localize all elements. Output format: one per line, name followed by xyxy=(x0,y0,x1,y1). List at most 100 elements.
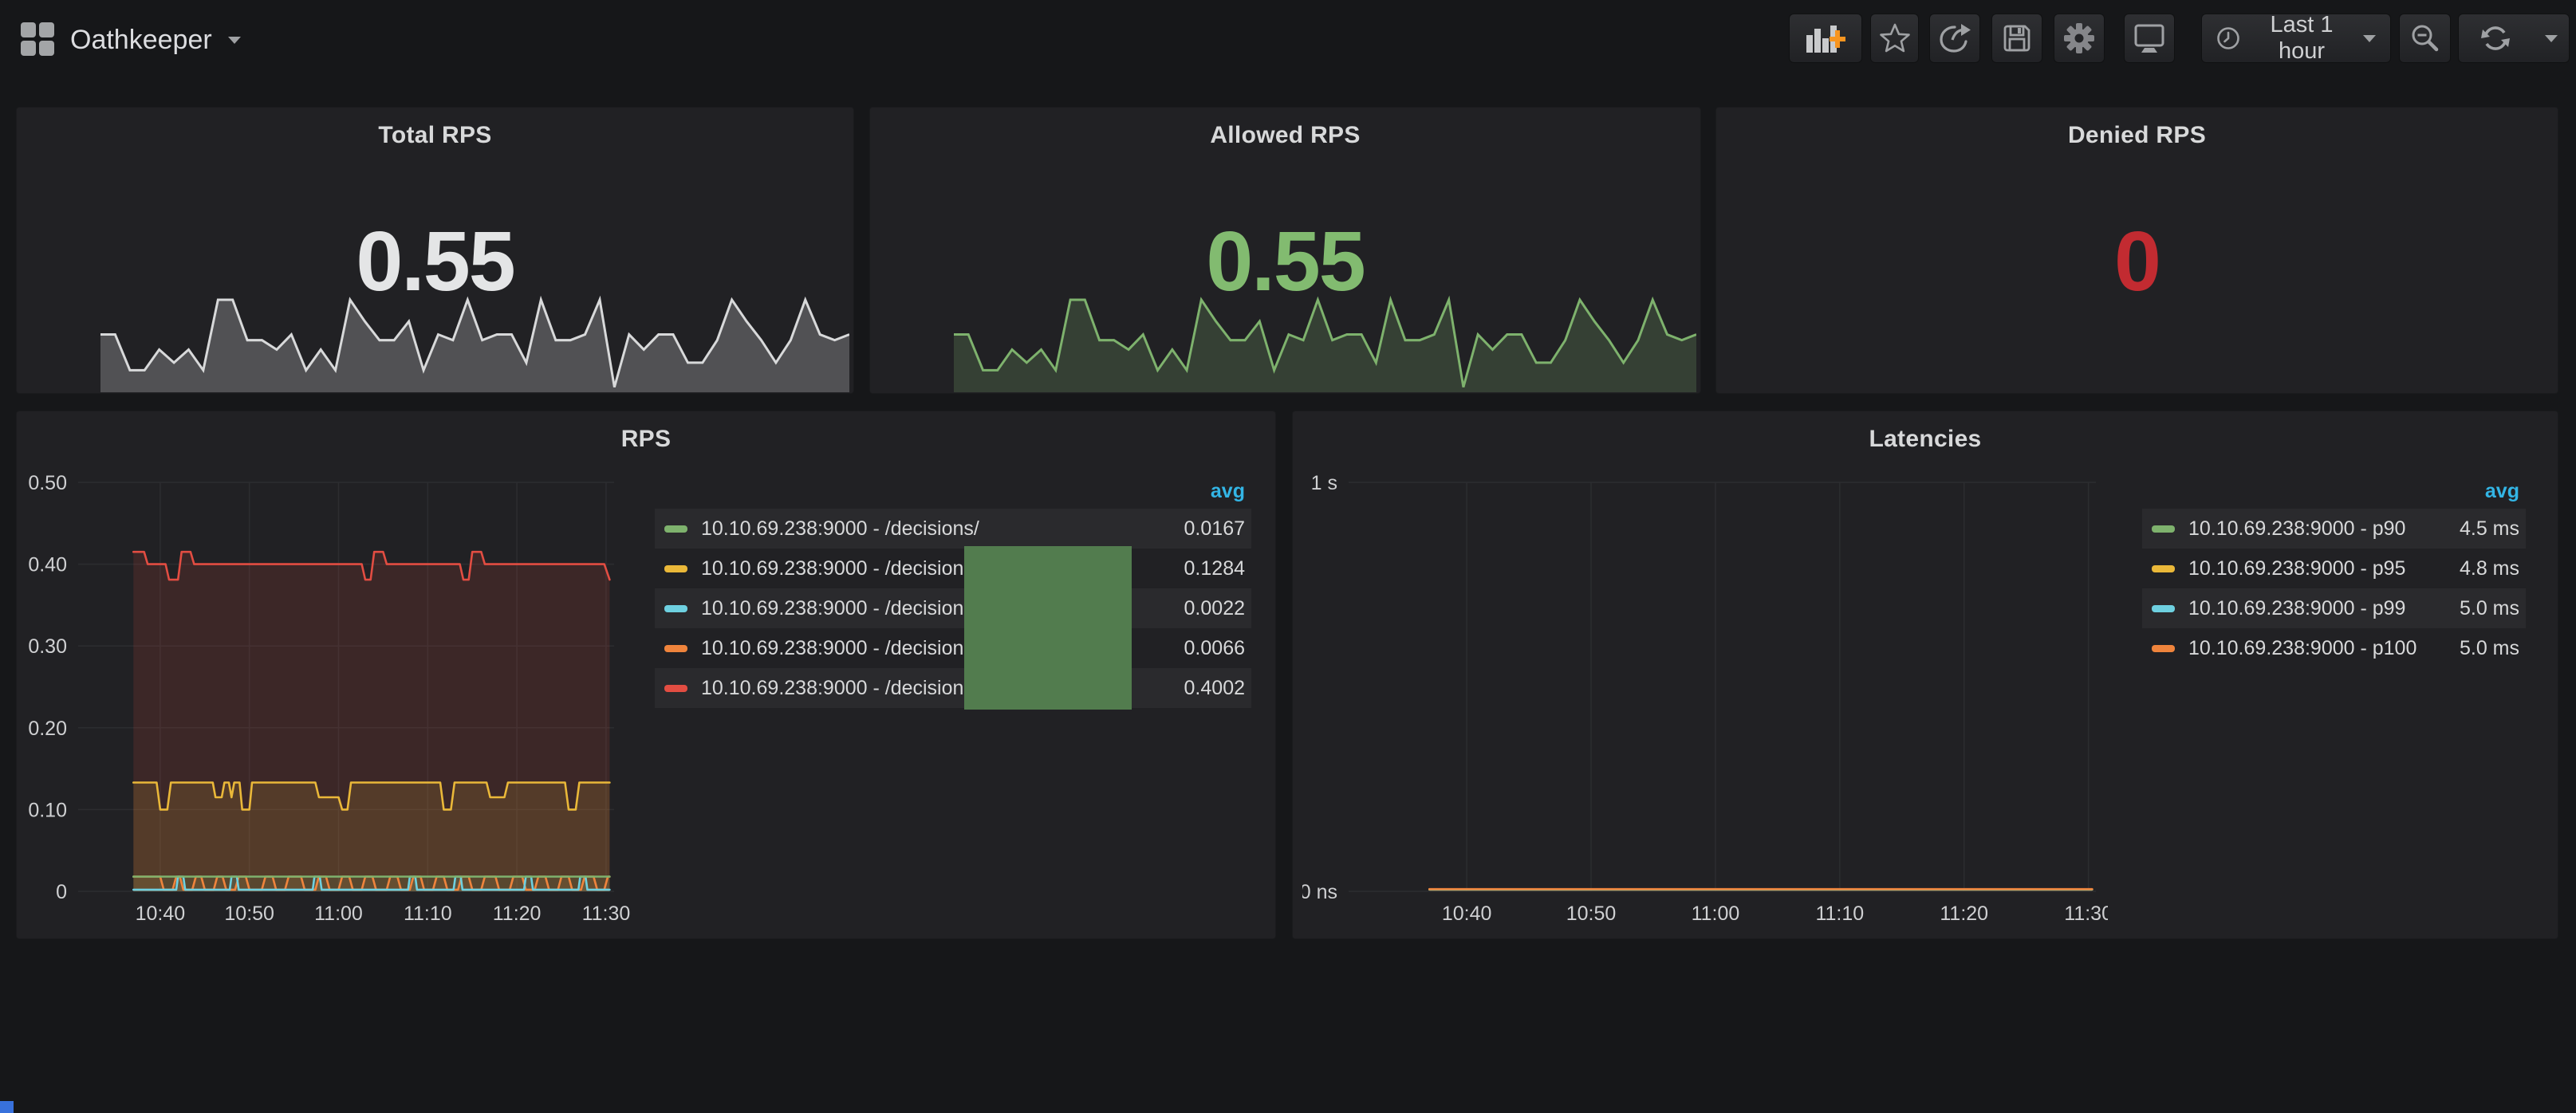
svg-text:0.10: 0.10 xyxy=(28,799,67,821)
time-range-label: Last 1 hour xyxy=(2251,12,2352,65)
panel-total-rps: Total RPS 0.55 xyxy=(16,107,854,394)
panel-title[interactable]: Total RPS xyxy=(17,108,853,149)
series-avg-value: 4.8 ms xyxy=(2460,557,2519,580)
series-color-dash[interactable] xyxy=(2152,525,2175,533)
series-avg-value: 5.0 ms xyxy=(2460,597,2519,620)
legend-row[interactable]: 10.10.69.238:9000 - /decisions/ 0.4002 xyxy=(655,668,1251,708)
add-panel-button[interactable] xyxy=(1789,14,1862,63)
logo-square xyxy=(39,41,54,56)
refresh-button[interactable] xyxy=(2459,14,2533,62)
series-name[interactable]: 10.10.69.238:9000 - p95 xyxy=(2188,557,2460,580)
legend-row[interactable]: 10.10.69.238:9000 - /decisions/ 0.0167 xyxy=(655,509,1251,549)
panel-rps: RPS 10:4010:5011:0011:1011:2011:3000.100… xyxy=(16,411,1276,939)
svg-text:11:00: 11:00 xyxy=(314,903,363,925)
svg-text:0.50: 0.50 xyxy=(28,472,67,494)
legend-row[interactable]: 10.10.69.238:9000 - p90 4.5 ms xyxy=(2142,509,2526,549)
save-button[interactable] xyxy=(1991,14,2042,63)
series-avg-value: 0.0022 xyxy=(1184,597,1245,620)
star-button[interactable] xyxy=(1870,14,1919,63)
series-color-dash[interactable] xyxy=(2152,565,2175,572)
series-name[interactable]: 10.10.69.238:9000 - p100 xyxy=(2188,637,2460,660)
page-title: Oathkeeper xyxy=(70,25,212,56)
logo-square xyxy=(21,22,36,37)
panel-title[interactable]: Allowed RPS xyxy=(870,108,1700,149)
total-rps-sparkline xyxy=(100,292,849,392)
series-avg-value: 5.0 ms xyxy=(2460,637,2519,660)
series-color-dash[interactable] xyxy=(664,685,687,692)
panel-denied-rps: Denied RPS 0 xyxy=(1715,107,2558,394)
latencies-chart[interactable]: 10:4010:5011:0011:1011:2011:300 ns1 s xyxy=(1302,458,2108,936)
share-icon xyxy=(1938,22,1971,54)
svg-text:0: 0 xyxy=(56,881,67,903)
sparkline xyxy=(100,292,849,392)
star-icon xyxy=(1879,23,1911,53)
time-range-picker[interactable]: Last 1 hour xyxy=(2201,14,2391,63)
rps-legend: avg 10.10.69.238:9000 - /decisions/ 0.01… xyxy=(655,480,1251,708)
svg-text:10:50: 10:50 xyxy=(1566,903,1617,925)
svg-text:11:10: 11:10 xyxy=(1815,903,1864,925)
series-avg-value: 0.4002 xyxy=(1184,677,1245,700)
svg-text:11:30: 11:30 xyxy=(2064,903,2108,925)
svg-text:11:20: 11:20 xyxy=(493,903,542,925)
legend-avg-header[interactable]: avg xyxy=(2142,480,2526,509)
magnifier-minus-icon xyxy=(2409,22,2441,54)
svg-text:10:50: 10:50 xyxy=(224,903,274,925)
sparkline xyxy=(954,292,1696,392)
legend-row[interactable]: 10.10.69.238:9000 - p99 5.0 ms xyxy=(2142,588,2526,628)
cycle-view-mode-button[interactable] xyxy=(2124,14,2175,63)
gear-icon xyxy=(2062,22,2096,55)
svg-text:1 s: 1 s xyxy=(1311,472,1337,494)
svg-text:11:20: 11:20 xyxy=(1940,903,1988,925)
dashboard-title-dropdown[interactable]: Oathkeeper xyxy=(70,0,241,80)
clock-icon xyxy=(2216,26,2240,50)
corner-artifact xyxy=(0,1101,14,1113)
bar-chart-plus-icon xyxy=(1805,22,1846,54)
grafana-logo[interactable] xyxy=(21,22,54,56)
series-name[interactable]: 10.10.69.238:9000 - p99 xyxy=(2188,597,2460,620)
settings-button[interactable] xyxy=(2054,14,2105,63)
svg-text:10:40: 10:40 xyxy=(1442,903,1492,925)
panel-title[interactable]: RPS xyxy=(17,411,1275,453)
refresh-interval-dropdown[interactable] xyxy=(2533,14,2570,62)
zoom-out-button[interactable] xyxy=(2399,14,2451,63)
rps-chart[interactable]: 10:4010:5011:0011:1011:2011:3000.100.200… xyxy=(26,458,632,936)
svg-text:11:10: 11:10 xyxy=(404,903,452,925)
series-name[interactable]: 10.10.69.238:9000 - /decisions/ xyxy=(701,517,1184,541)
svg-text:10:40: 10:40 xyxy=(136,903,186,925)
series-name[interactable]: 10.10.69.238:9000 - p90 xyxy=(2188,517,2460,541)
svg-text:0.30: 0.30 xyxy=(28,635,67,658)
series-avg-value: 0.0167 xyxy=(1184,517,1245,541)
logo-square xyxy=(21,41,36,56)
panel-title[interactable]: Denied RPS xyxy=(1716,108,2558,149)
series-avg-value: 0.0066 xyxy=(1184,637,1245,660)
chevron-down-icon xyxy=(2545,35,2558,42)
green-overlay-artifact xyxy=(964,546,1132,710)
series-color-dash[interactable] xyxy=(664,605,687,612)
legend-row[interactable]: 10.10.69.238:9000 - /decisions/ 0.0066 xyxy=(655,628,1251,668)
series-color-dash[interactable] xyxy=(2152,605,2175,612)
chevron-down-icon xyxy=(2363,35,2376,42)
save-icon xyxy=(2001,22,2033,54)
latencies-legend: avg 10.10.69.238:9000 - p90 4.5 ms 10.10… xyxy=(2142,480,2526,668)
legend-avg-header[interactable]: avg xyxy=(655,480,1251,509)
legend-row[interactable]: 10.10.69.238:9000 - /decisions/ 0.1284 xyxy=(655,549,1251,588)
series-color-dash[interactable] xyxy=(664,565,687,572)
series-avg-value: 4.5 ms xyxy=(2460,517,2519,541)
monitor-icon xyxy=(2133,22,2166,54)
series-color-dash[interactable] xyxy=(664,525,687,533)
legend-row[interactable]: 10.10.69.238:9000 - p95 4.8 ms xyxy=(2142,549,2526,588)
series-avg-value: 0.1284 xyxy=(1184,557,1245,580)
svg-text:0.40: 0.40 xyxy=(28,554,67,576)
legend-row[interactable]: 10.10.69.238:9000 - /decisions/ 0.0022 xyxy=(655,588,1251,628)
navbar: Oathkeeper xyxy=(0,0,2576,80)
allowed-rps-sparkline xyxy=(954,292,1696,392)
panel-allowed-rps: Allowed RPS 0.55 xyxy=(869,107,1701,394)
share-button[interactable] xyxy=(1929,14,1980,63)
series-color-dash[interactable] xyxy=(664,645,687,652)
legend-row[interactable]: 10.10.69.238:9000 - p100 5.0 ms xyxy=(2142,628,2526,668)
series-color-dash[interactable] xyxy=(2152,645,2175,652)
panel-title[interactable]: Latencies xyxy=(1293,411,2558,453)
svg-text:11:00: 11:00 xyxy=(1692,903,1740,925)
panel-latencies: Latencies 10:40 10:50 11:00 11:10 11:20 11:30… xyxy=(1292,411,2558,939)
refresh-icon xyxy=(2480,23,2511,53)
